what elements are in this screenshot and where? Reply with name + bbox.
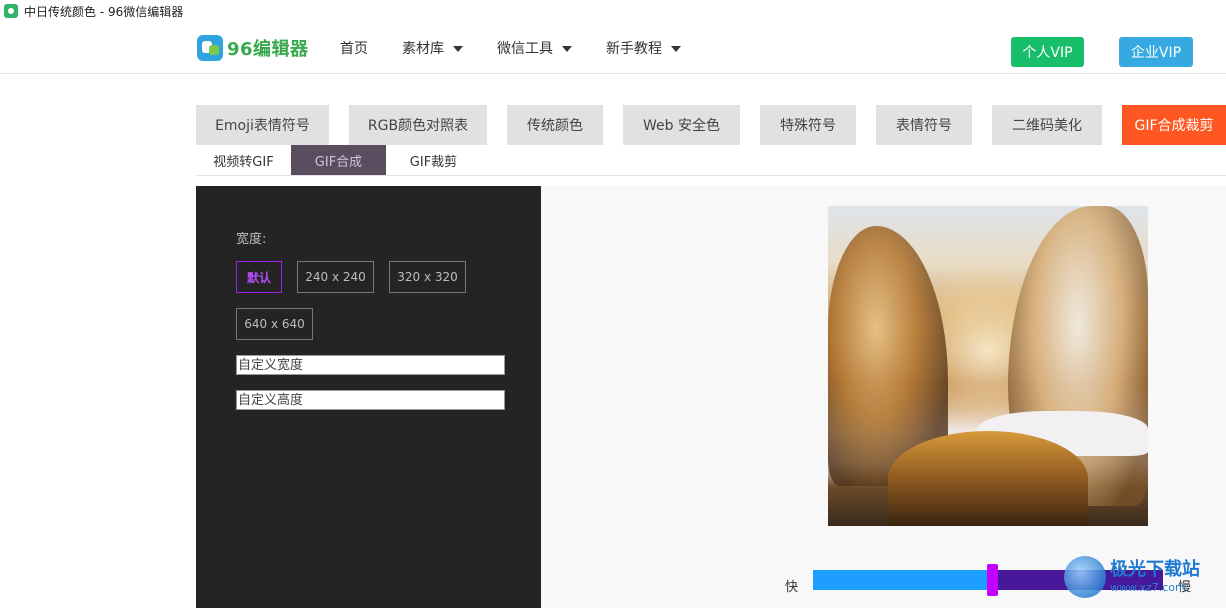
settings-panel: 宽度: 默认 240 x 240 320 x 320 640 x 640 [196,186,541,608]
watermark: 极光下载站 www.xz7.com [1064,556,1200,598]
nav-item-wechat-tools[interactable]: 微信工具 [497,38,572,58]
window-titlebar: 中日传统颜色 - 96微信编辑器 [0,0,1226,22]
nav-label: 首页 [340,41,368,57]
size-320-button[interactable]: 320 x 320 [389,261,466,293]
site-header: 96编辑器 首页 素材库 微信工具 新手教程 个人VIP 企业VIP [0,22,1226,74]
tab-rgb-colors[interactable]: RGB颜色对照表 [349,105,487,145]
custom-width-input[interactable] [236,355,505,375]
tab-emoticons[interactable]: 表情符号 [876,105,972,145]
watermark-url: www.xz7.com [1110,581,1186,594]
logo-icon [197,35,223,61]
nav-item-home[interactable]: 首页 [340,38,368,58]
tab-web-safe-colors[interactable]: Web 安全色 [623,105,740,145]
nav-item-tutorials[interactable]: 新手教程 [606,38,681,58]
logo-text: 96编辑器 [227,39,309,60]
nav-label: 素材库 [402,41,444,57]
speed-fast-label: 快 [785,580,799,595]
size-240-button[interactable]: 240 x 240 [297,261,374,293]
watermark-logo-icon [1064,556,1106,598]
subtab-video-to-gif[interactable]: 视频转GIF [196,145,291,175]
tab-traditional-colors[interactable]: 传统颜色 [507,105,603,145]
enterprise-vip-button[interactable]: 企业VIP [1119,37,1193,67]
site-logo[interactable]: 96编辑器 [197,35,309,61]
subtab-gif-compose[interactable]: GIF合成 [291,145,386,175]
window-title: 中日传统颜色 - 96微信编辑器 [24,4,184,19]
watermark-name: 极光下载站 [1110,559,1200,580]
caret-down-icon [671,45,681,52]
nav-item-materials[interactable]: 素材库 [402,38,463,58]
main-nav: 首页 素材库 微信工具 新手教程 [340,22,715,74]
width-label: 宽度: [236,232,267,247]
caret-down-icon [562,45,572,52]
tab-qrcode[interactable]: 二维码美化 [992,105,1102,145]
custom-height-input[interactable] [236,390,505,410]
speed-slider-handle[interactable] [986,564,998,596]
personal-vip-button[interactable]: 个人VIP [1011,37,1084,67]
speed-slider-fill [813,570,992,590]
size-640-button[interactable]: 640 x 640 [236,308,313,340]
preview-panel: 快 慢 [541,186,1226,608]
subtab-gif-crop[interactable]: GIF裁剪 [386,145,481,175]
tab-special-symbols[interactable]: 特殊符号 [760,105,856,145]
tool-tabs: Emoji表情符号 RGB颜色对照表 传统颜色 Web 安全色 特殊符号 表情符… [196,105,1226,145]
tab-emoji[interactable]: Emoji表情符号 [196,105,329,145]
gif-sub-tabs: 视频转GIF GIF合成 GIF裁剪 [196,145,1226,176]
nav-label: 新手教程 [606,41,662,57]
app-icon [4,4,18,18]
tab-gif-tools[interactable]: GIF合成裁剪 [1122,105,1226,145]
gif-preview-image [828,206,1148,526]
size-default-button[interactable]: 默认 [236,261,282,293]
nav-label: 微信工具 [497,41,553,57]
caret-down-icon [453,45,463,52]
